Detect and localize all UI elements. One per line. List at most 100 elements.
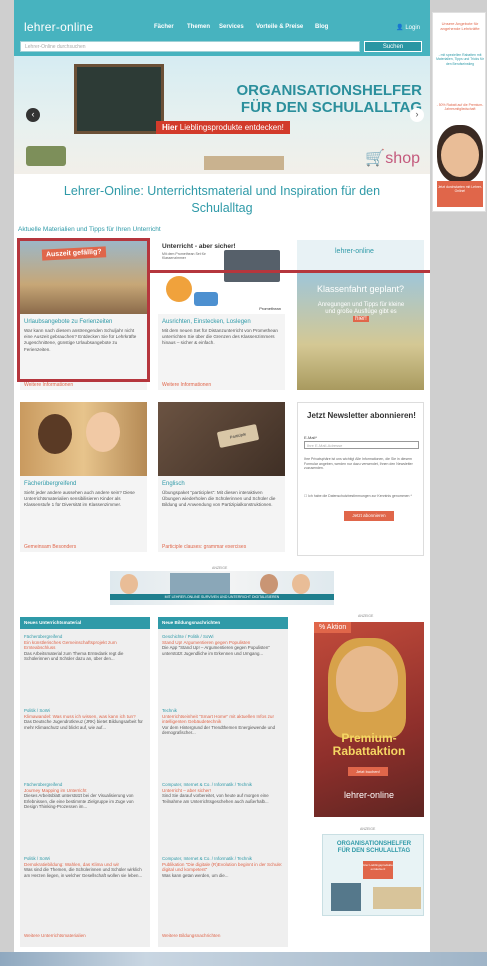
list-item[interactable]: Computer, Internet & Co. / Informatik / … — [158, 853, 288, 921]
item-description: Das Deutsche Jugendrotkreuz (JRK) bietet… — [24, 719, 143, 730]
hand-icon — [166, 276, 192, 302]
list-item[interactable]: Politik / SoWi Klimawandel: Was muss ich… — [20, 705, 150, 773]
card-image-label: Auszeit gefällig? — [41, 246, 106, 261]
hero-banner[interactable]: ORGANISATIONSHELFER FÜR DEN SCHULALLTAG … — [14, 56, 430, 174]
hero-tag-prefix: Hier — [162, 123, 178, 132]
card-link[interactable]: Gemeinsam Besonders — [24, 544, 76, 550]
more-link[interactable]: Weitere Unterrichtsmaterialien — [24, 933, 86, 938]
site-logo[interactable]: lehrer-online — [24, 20, 93, 34]
bildung-column: Neue Bildungsnachrichten Geschichte / Po… — [158, 617, 288, 947]
banner-ad[interactable]: MIT LEHRER-ONLINE SURVIVEN UND UNTERRICH… — [110, 571, 334, 605]
card-title[interactable]: Fächerübergreifend — [24, 480, 144, 488]
nav-item-faecher[interactable]: Fächer — [154, 24, 174, 30]
privacy-checkbox-label: Ich habe die Datenschutzbestimmungen zur… — [308, 494, 412, 498]
item-description: Was sind die Themen, die Schülerinnen un… — [24, 867, 143, 878]
newsletter-title: Jetzt Newsletter abonnieren! — [307, 411, 416, 420]
org-ad-line2: FÜR DEN SCHULALLTAG — [337, 848, 411, 854]
card-image — [20, 402, 147, 476]
promo-logo: lehrer-online — [343, 790, 395, 800]
card-description: Sieht jeder andere aussehen auch andere … — [24, 490, 135, 508]
hero-tag[interactable]: Hier Lieblingsprodukte entdecken! — [156, 121, 290, 134]
card-image: Auszeit gefällig? — [20, 240, 147, 314]
side-ad-title: Unsere Angebote für angehende Lehrkräfte — [440, 21, 480, 31]
shop-label: shop — [385, 150, 420, 167]
promo-title: Premium-Rabattaktion — [332, 731, 406, 758]
item-title[interactable]: Unterrichtseinheit "Smart Home" mit aktu… — [162, 714, 284, 725]
item-title[interactable]: Publikation "Die digitale (R)Evolution b… — [162, 862, 284, 873]
ad-label: ANZEIGE — [360, 827, 376, 831]
card-image-link[interactable]: hier! — [353, 316, 369, 322]
card-englisch[interactable]: Participle Englisch Übungspaket "partici… — [158, 402, 285, 552]
org-ad-badge: Hier Lieblingsprodukte entdecken! — [363, 861, 393, 879]
card-urlaub[interactable]: Auszeit gefällig? Urlaubsangebote zu Fer… — [20, 240, 147, 390]
nav-item-themen[interactable]: Themen — [187, 24, 210, 30]
nav-item-vorteile[interactable]: Vorteile & Preise — [256, 24, 303, 30]
nav-item-blog[interactable]: Blog — [315, 24, 328, 30]
card-title[interactable]: Ausrichten, Einstecken, Loslegen — [162, 318, 282, 326]
organisation-ad[interactable]: ORGANISATIONSHELFER FÜR DEN SCHULALLTAG H… — [322, 834, 424, 916]
side-ad-text2: - 50% Rabatt auf die Premium-Jahresmitgl… — [436, 103, 484, 112]
privacy-checkbox-row[interactable]: ☐ Ich habe die Datenschutzbestimmungen z… — [304, 494, 419, 499]
list-item[interactable]: Fächerübergreifend Ein künstlerisches Ge… — [20, 631, 150, 699]
list-item[interactable]: Politik / SoWi Demokratiebildung: Wahlen… — [20, 853, 150, 921]
taskbar — [0, 952, 487, 966]
newsletter-box: Jetzt Newsletter abonnieren! E-Mail* Ihr… — [297, 402, 424, 556]
promo-ad[interactable]: % Aktion Premium-Rabattaktion Jetzt buch… — [314, 622, 424, 817]
card-title[interactable]: Englisch — [162, 480, 282, 488]
search-button[interactable]: Suchen — [364, 41, 422, 52]
site-header: lehrer-online Fächer Themen Services Vor… — [14, 0, 430, 56]
promo-tag: % Aktion — [314, 622, 352, 633]
list-item[interactable]: Computer, Internet & Co. / Informatik / … — [158, 779, 288, 847]
search-input[interactable]: Lehrer-Online durchsuchen — [20, 41, 360, 52]
list-item[interactable]: Fächerübergreifend Journey Mapping im Un… — [20, 779, 150, 847]
side-ad[interactable]: Unsere Angebote für angehende Lehrkräfte… — [432, 12, 486, 212]
item-description: Vor dem Hintergrund der Trendthemen Ener… — [162, 724, 276, 736]
brand-label: Promethean — [259, 306, 281, 311]
carousel-prev-icon[interactable]: ‹ — [26, 108, 40, 122]
list-item[interactable]: Geschichte / Politik / SoWi Stand Up! Ar… — [158, 631, 288, 699]
hero-tag-text: Lieblingsprodukte entdecken! — [179, 123, 284, 132]
item-description: Das Arbeitsmaterial zum Thema Erntedank … — [24, 650, 124, 662]
card-promethean[interactable]: Unterricht - aber sicher! Mit dem Promet… — [158, 240, 285, 390]
card-faecheruebergreifend[interactable]: Fächerübergreifend Sieht jeder andere au… — [20, 402, 147, 552]
nav-item-services[interactable]: Services — [219, 24, 244, 30]
org-ad-title: ORGANISATIONSHELFER FÜR DEN SCHULALLTAG — [325, 841, 423, 855]
email-field[interactable]: Ihre E-Mail-Adresse — [304, 441, 419, 449]
login-label: Login — [405, 25, 420, 31]
login-link[interactable]: 👤 Login — [396, 24, 420, 31]
hero-line1: ORGANISATIONSHELFER — [236, 82, 422, 99]
carousel-next-icon[interactable]: › — [410, 108, 424, 122]
email-label: E-Mail* — [304, 435, 317, 440]
ad-label: ANZEIGE — [212, 566, 228, 570]
woman-face-image — [336, 646, 398, 712]
card-klassenfahrt[interactable]: lehrer-online Klassenfahrt geplant? Anre… — [297, 240, 424, 390]
tag-label: Participle — [216, 424, 260, 448]
card-title[interactable]: Urlaubsangebote zu Ferienzeiten — [24, 318, 144, 326]
card-link[interactable]: Weitere Informationen — [162, 382, 211, 388]
unterricht-column: Neues Unterrichtsmaterial Fächerübergrei… — [20, 617, 150, 947]
card-link[interactable]: Weitere Informationen — [24, 382, 73, 388]
pencil-cup-image — [26, 146, 66, 166]
newsletter-text: Ihre Privatsphäre ist uns wichtig! Alle … — [304, 457, 413, 470]
books-image — [373, 887, 421, 909]
side-ad-box[interactable]: Jetzt durchstarten mit Lehrer-Online! — [437, 181, 483, 207]
card-logo: lehrer-online — [335, 248, 374, 255]
person-image — [120, 574, 138, 594]
ad-label: ANZEIGE — [358, 614, 374, 618]
card-link[interactable]: Participle clauses: grammar exercises — [162, 544, 246, 550]
more-link[interactable]: Weitere Bildungsnachrichten — [162, 933, 220, 938]
item-title[interactable]: Ein künstlerisches Gemeinschaftsprojekt … — [24, 640, 146, 651]
subscribe-button[interactable]: Jetzt abonnieren — [344, 511, 394, 521]
side-ad-text: - mit speziellen Rabatten mit Materialie… — [436, 53, 484, 66]
pencil-cup-image — [331, 883, 361, 911]
promo-button[interactable]: Jetzt buchen! — [348, 767, 388, 776]
list-item[interactable]: Technik Unterrichtseinheit "Smart Home" … — [158, 705, 288, 773]
classroom-image — [170, 573, 230, 595]
person-image — [260, 574, 278, 594]
shop-logo: 🛒shop — [365, 150, 420, 167]
item-description: Die App "Stand Up! – Argumentieren gegen… — [162, 645, 270, 656]
banner-strip: MIT LEHRER-ONLINE SURVIVEN UND UNTERRICH… — [110, 594, 334, 600]
books-image — [204, 156, 284, 170]
card-image-headline: Unterricht - aber sicher! — [162, 243, 236, 250]
user-icon: 👤 — [396, 25, 404, 31]
